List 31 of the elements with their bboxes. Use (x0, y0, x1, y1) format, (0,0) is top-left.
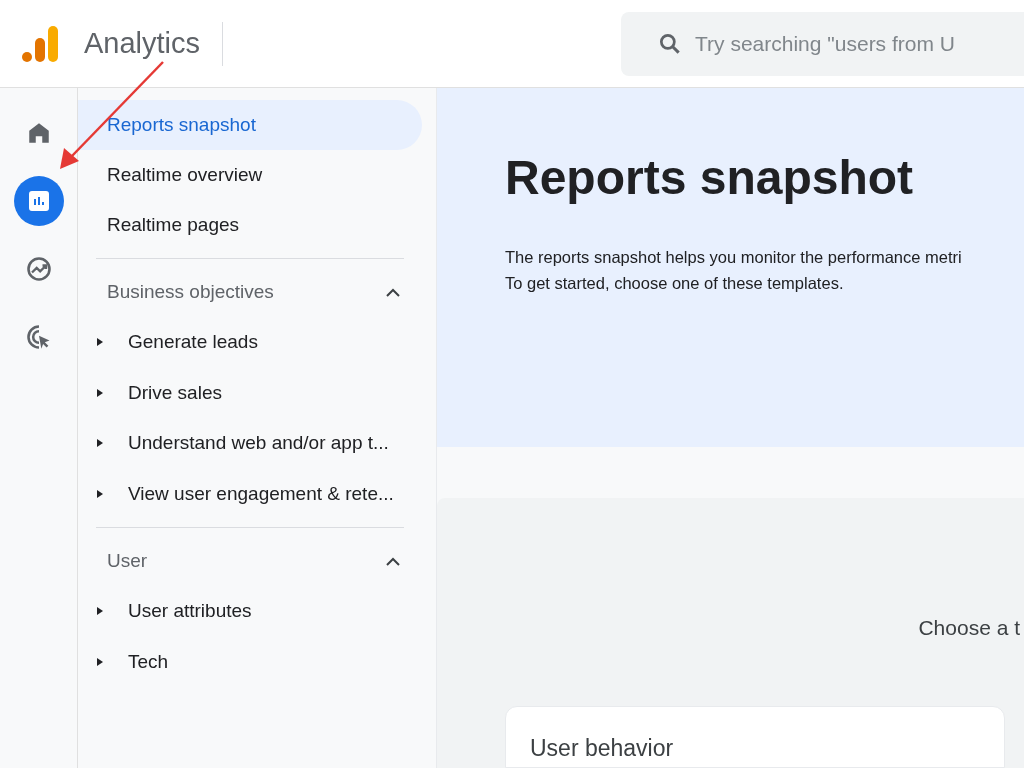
nav-item[interactable]: User attributes (78, 586, 422, 637)
nav-item[interactable]: Drive sales (78, 367, 422, 418)
nav-item[interactable]: View user engagement & rete... (78, 468, 422, 519)
template-card[interactable]: User behavior (505, 705, 1005, 768)
product-name: Analytics (84, 25, 201, 61)
caret-icon (96, 488, 104, 499)
rail-button[interactable] (13, 176, 64, 226)
nav-item[interactable]: Tech (78, 636, 422, 687)
nav-item[interactable]: Realtime pages (78, 200, 422, 250)
caret-icon (96, 438, 104, 449)
section-header[interactable]: Business objectives (78, 267, 422, 317)
chevron-icon (386, 556, 400, 566)
section-header[interactable]: User (78, 536, 422, 586)
caret-icon (96, 337, 104, 348)
logo-icon (22, 23, 58, 64)
search-field[interactable]: Try searching "users from U (695, 27, 996, 60)
templates-prompt: Choose a t (918, 615, 1020, 641)
nav-item[interactable]: Generate leads (78, 317, 422, 368)
page-title: Reports snapshot (505, 154, 915, 202)
nav-item[interactable]: Reports snapshot (78, 100, 422, 150)
nav-item[interactable]: Understand web and/or app t... (78, 418, 422, 469)
chevron-icon (386, 287, 400, 297)
caret-icon (96, 606, 104, 617)
card-title: User behavior (530, 734, 674, 761)
trend-chart-icon (24, 255, 53, 283)
search-bar[interactable]: Try searching "users from U (621, 11, 1024, 76)
bar-chart-icon (26, 189, 51, 213)
caret-icon (96, 387, 104, 398)
caret-icon (96, 656, 104, 667)
nav-item[interactable]: Realtime overview (78, 150, 422, 200)
page-description: The reports snapshot helps you monitor the performance metri To get started, choose one of these templates. (505, 247, 963, 294)
